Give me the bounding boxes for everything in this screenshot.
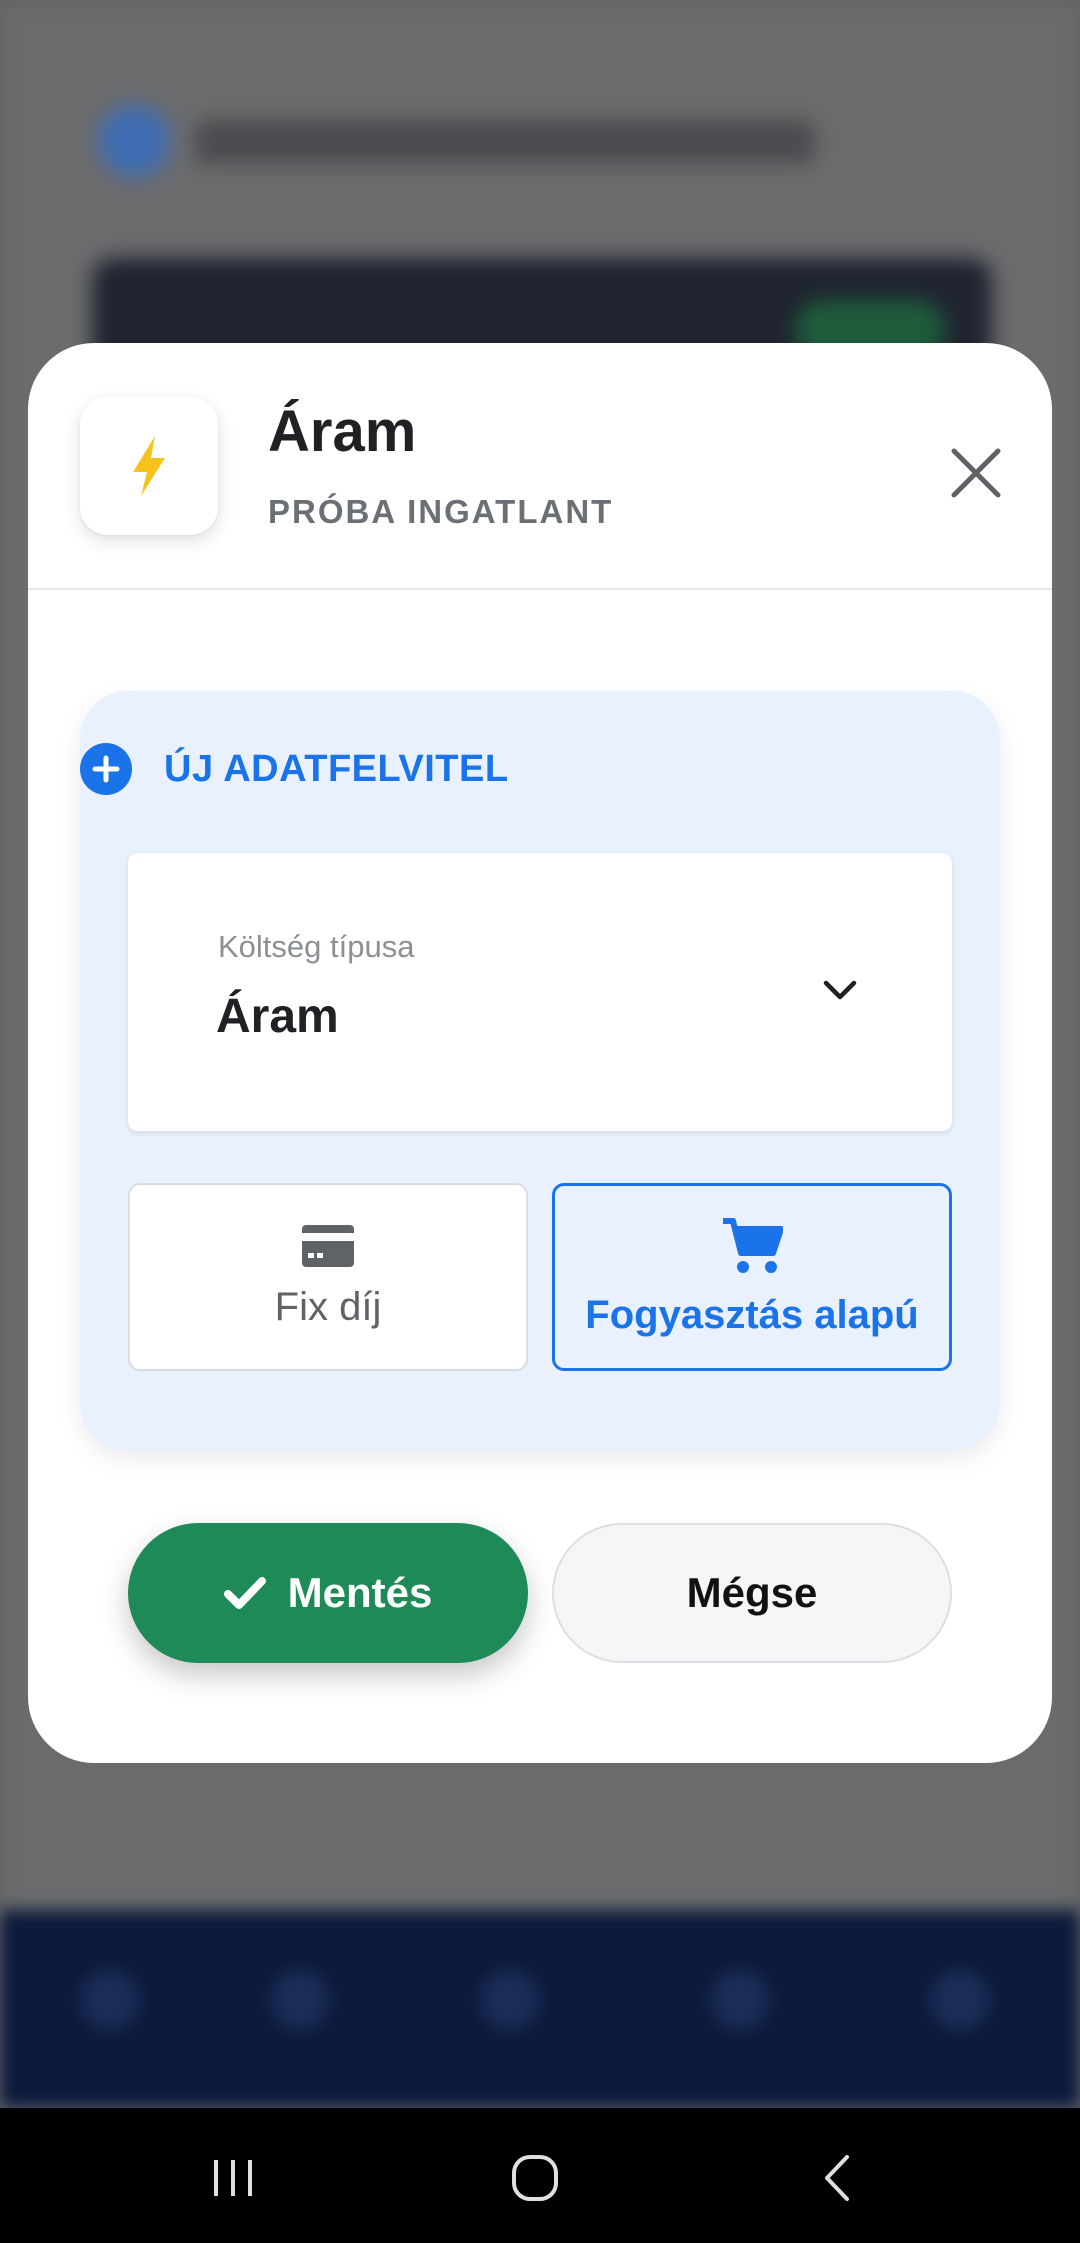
save-button[interactable]: Mentés	[128, 1523, 528, 1663]
shopping-cart-icon	[723, 1217, 783, 1273]
back-button[interactable]	[797, 2138, 877, 2218]
recents-icon	[214, 2160, 252, 2196]
cost-type-value: Áram	[216, 990, 339, 1043]
background-nav-item	[480, 1970, 540, 2030]
cost-entry-modal: Áram PRÓBA INGATLANT ÚJ ADATFELVITEL Köl…	[28, 343, 1052, 1763]
modal-title: Áram	[268, 399, 417, 464]
cancel-button[interactable]: Mégse	[552, 1523, 952, 1663]
utility-icon-box	[80, 397, 218, 535]
background-nav-item	[710, 1970, 770, 2030]
payment-card-icon	[302, 1224, 354, 1267]
background-nav-item	[80, 1970, 140, 2030]
consumption-based-label: Fogyasztás alapú	[585, 1292, 919, 1337]
home-button[interactable]	[495, 2138, 575, 2218]
plus-circle-icon	[80, 743, 132, 795]
close-button[interactable]	[942, 439, 1010, 507]
background-title	[195, 120, 815, 164]
save-label: Mentés	[287, 1569, 433, 1616]
fixed-fee-option[interactable]: Fix díj	[128, 1183, 528, 1371]
fixed-fee-label: Fix díj	[274, 1284, 382, 1329]
cancel-label: Mégse	[686, 1569, 818, 1616]
home-icon	[512, 2155, 558, 2201]
system-navigation-bar	[0, 2108, 1080, 2243]
cost-type-label: Költség típusa	[218, 929, 415, 964]
modal-header: Áram PRÓBA INGATLANT	[28, 343, 1052, 590]
recents-button[interactable]	[193, 2138, 273, 2218]
lightning-bolt-icon	[133, 436, 165, 496]
consumption-based-option[interactable]: Fogyasztás alapú	[552, 1183, 952, 1371]
background-nav-item	[930, 1970, 990, 2030]
modal-subtitle: PRÓBA INGATLANT	[268, 493, 614, 530]
background-avatar	[98, 105, 170, 177]
background-nav-item	[270, 1970, 330, 2030]
new-entry-heading: ÚJ ADATFELVITEL	[80, 743, 509, 795]
close-icon	[951, 448, 1001, 498]
new-entry-label: ÚJ ADATFELVITEL	[164, 747, 509, 790]
checkmark-icon	[223, 1577, 266, 1609]
screen: Áram PRÓBA INGATLANT ÚJ ADATFELVITEL Köl…	[0, 0, 1080, 2243]
cost-type-select[interactable]: Költség típusa Áram	[128, 853, 952, 1131]
background-bottom-nav	[0, 1910, 1080, 2108]
chevron-down-icon	[823, 980, 857, 1000]
back-icon	[825, 2155, 849, 2201]
